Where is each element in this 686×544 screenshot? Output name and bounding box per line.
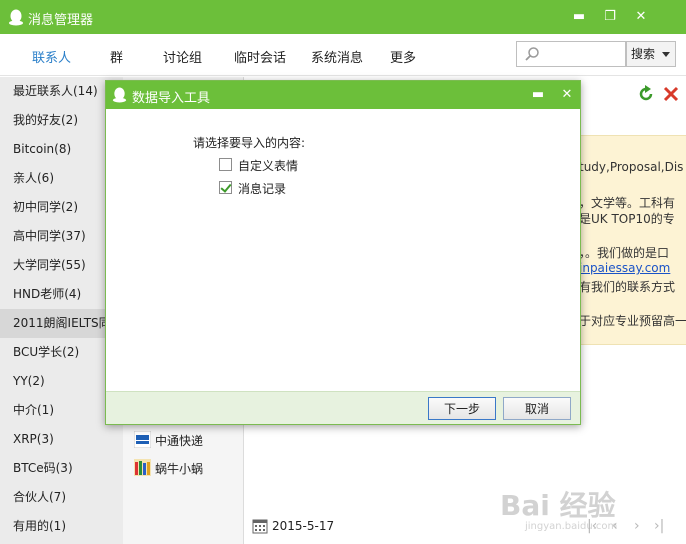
contact-name: 中通快递 <box>155 434 204 448</box>
list-item[interactable]: 中通快递 <box>134 429 244 451</box>
sidebar-item-btce[interactable]: BTCe码(3) <box>0 454 123 483</box>
list-item[interactable]: 蜗牛小蜗 <box>134 457 244 479</box>
contact-name: 蜗牛小蜗 <box>155 462 204 476</box>
next-step-button[interactable]: 下一步 <box>428 397 496 420</box>
watermark-url: jingyan.baidu.com <box>525 521 618 532</box>
dialog-close-button[interactable]: ✕ <box>557 85 577 105</box>
search-button[interactable]: 搜索 <box>626 41 676 67</box>
sidebar-item-xrp[interactable]: XRP(3) <box>0 425 123 454</box>
checkbox-box[interactable] <box>219 158 232 171</box>
checkbox-label: 自定义表情 <box>238 159 299 173</box>
message-line: tudy,Proposal,Dis <box>579 160 684 174</box>
watermark: Bai 经验 <box>500 489 616 522</box>
dialog-title: 数据导入工具 <box>132 91 211 106</box>
message-line: 有我们的联系方式 <box>579 280 676 294</box>
qq-penguin-icon <box>112 87 127 103</box>
checkbox-label: 消息记录 <box>238 182 287 196</box>
search-button-label: 搜索 <box>631 47 656 61</box>
dialog-footer: 下一步 取消 <box>106 391 580 424</box>
minimize-button[interactable]: ▬ <box>569 7 589 27</box>
chevron-down-icon <box>662 52 670 57</box>
zto-express-avatar-icon <box>134 431 151 448</box>
last-page-button[interactable]: ›| <box>654 518 664 534</box>
date-label: 2015-5-17 <box>272 519 335 533</box>
data-import-dialog: 数据导入工具 ▬ ✕ 请选择要导入的内容: 自定义表情 消息记录 下一步 取消 <box>105 80 581 425</box>
dialog-minimize-button[interactable]: ▬ <box>528 85 548 105</box>
delete-icon[interactable] <box>662 85 680 103</box>
search-input[interactable] <box>545 43 625 65</box>
dialog-title-bar: 数据导入工具 ▬ ✕ <box>106 81 580 109</box>
sidebar-item-useful[interactable]: 有用的(1) <box>0 512 123 541</box>
restore-button[interactable]: ❐ <box>600 7 620 27</box>
message-line: ，。我们做的是口 <box>579 246 670 260</box>
cancel-button[interactable]: 取消 <box>503 397 571 420</box>
checkbox-box[interactable] <box>219 181 232 194</box>
sidebar-item-partners[interactable]: 合伙人(7) <box>0 483 123 512</box>
message-line: 是UK TOP10的专 <box>579 212 675 226</box>
calendar-icon[interactable] <box>252 518 268 534</box>
snail-avatar-icon <box>134 459 151 476</box>
window-title: 消息管理器 <box>28 13 94 28</box>
dialog-prompt: 请选择要导入的内容: <box>193 136 306 150</box>
message-footer: 2015-5-17 |‹ ‹ › ›| <box>244 511 686 544</box>
search-box <box>516 41 626 67</box>
tab-temp-sessions[interactable]: 临时会话 <box>234 47 286 66</box>
search-icon <box>525 47 539 61</box>
dialog-body: 请选择要导入的内容: 自定义表情 消息记录 <box>106 109 580 391</box>
tab-more[interactable]: 更多 <box>390 47 416 66</box>
window-close-button[interactable]: ✕ <box>631 7 651 27</box>
tab-system-messages[interactable]: 系统消息 <box>311 47 363 66</box>
message-line: 于对应专业预留高一 <box>579 314 686 328</box>
title-bar: 消息管理器 ▬ ❐ ✕ <box>0 0 686 34</box>
nav-bar: 联系人 群 讨论组 临时会话 系统消息 更多 搜索 <box>0 34 686 76</box>
next-page-button[interactable]: › <box>634 518 640 534</box>
tab-groups[interactable]: 群 <box>110 47 123 66</box>
message-link[interactable]: inpaiessay.com <box>579 261 670 275</box>
tab-discussions[interactable]: 讨论组 <box>163 47 202 66</box>
tab-contacts[interactable]: 联系人 <box>32 47 71 66</box>
message-line: ，文学等。工科有 <box>579 196 676 210</box>
qq-penguin-icon <box>9 9 23 26</box>
refresh-icon[interactable] <box>637 85 655 103</box>
